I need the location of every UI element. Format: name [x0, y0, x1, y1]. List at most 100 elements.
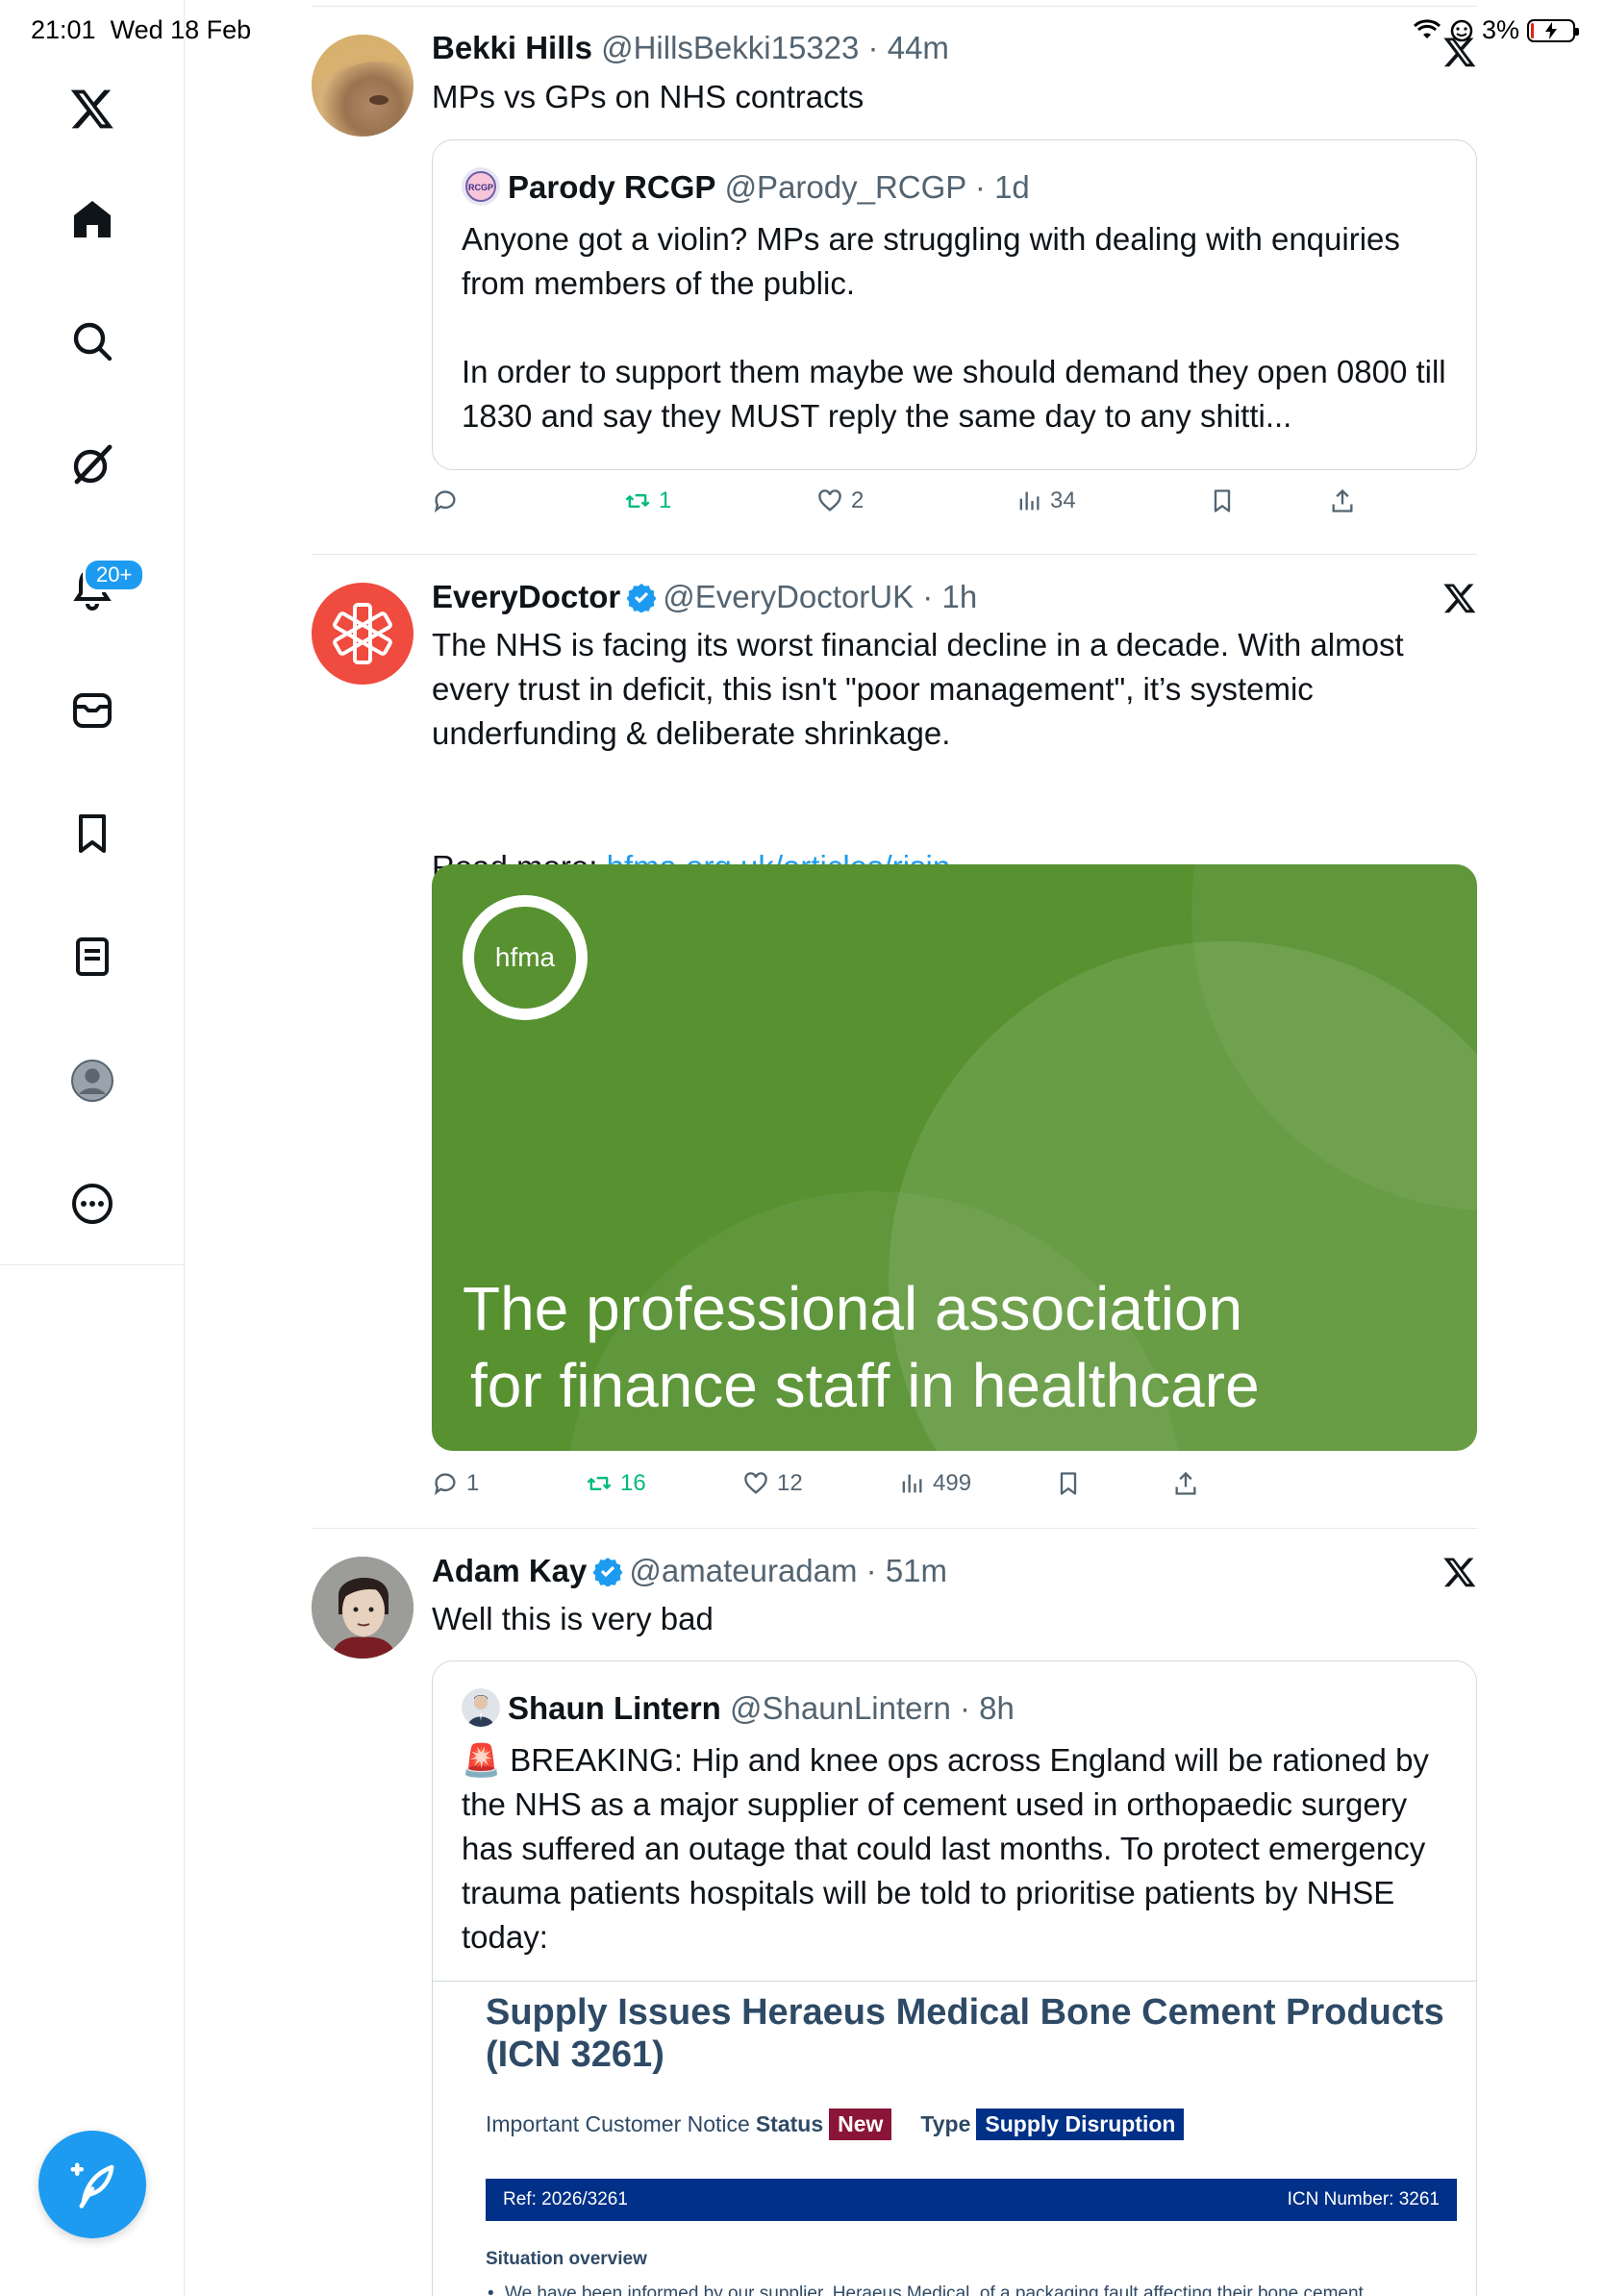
like-button[interactable]: 12 [742, 1470, 803, 1497]
quote-avatar: RCGP [462, 167, 500, 206]
tweet-text: The NHS is facing its worst financial de… [432, 627, 1404, 751]
avatar[interactable] [312, 1557, 414, 1659]
avatar[interactable] [312, 35, 414, 137]
separator: · [857, 1553, 886, 1588]
link-card[interactable]: hfma The professional association for fi… [432, 864, 1477, 1451]
document-ref-bar: Ref: 2026/3261 ICN Number: 3261 [486, 2179, 1457, 2221]
heart-icon [818, 489, 841, 512]
tweet-divider [312, 1528, 1477, 1529]
search-icon[interactable] [63, 312, 121, 370]
bookmark-icon [1214, 489, 1231, 512]
notifications-badge: 20+ [83, 558, 146, 592]
reply-count: 1 [466, 1470, 480, 1496]
quote-text: 🚨 BREAKING: Hip and knee ops across Engl… [462, 1742, 1429, 1955]
views-count: 499 [933, 1470, 972, 1496]
document-bullet: • We have been informed by our supplier, … [488, 2284, 1428, 2296]
quote-avatar [462, 1688, 500, 1727]
author-name[interactable]: Adam Kay [432, 1553, 587, 1588]
quote-text: Anyone got a violin? MPs are struggling … [462, 221, 1446, 434]
share-button[interactable] [1329, 487, 1356, 514]
document-title: Supply Issues Heraeus Medical Bone Cemen… [486, 1992, 1444, 2075]
profile-avatar-icon[interactable] [63, 1052, 121, 1110]
status-label: Status [755, 2111, 824, 2136]
x-logo-icon [1443, 584, 1476, 613]
views-button[interactable]: 499 [898, 1470, 971, 1497]
lists-icon[interactable] [63, 928, 121, 986]
quote-author-name[interactable]: Parody RCGP [508, 169, 715, 205]
author-name[interactable]: EveryDoctor [432, 579, 620, 614]
separator: · [914, 579, 942, 614]
document-section-heading: Situation overview [486, 2249, 647, 2269]
like-button[interactable]: 2 [816, 487, 864, 514]
avatar-illustration-icon [312, 1557, 414, 1659]
tweet-time[interactable]: 51m [886, 1553, 947, 1588]
tweet-divider [312, 554, 1477, 555]
views-button[interactable]: 34 [1015, 487, 1076, 514]
views-icon [1019, 491, 1040, 511]
views-icon [902, 1474, 922, 1493]
type-label: Type [920, 2111, 971, 2136]
author-handle[interactable]: @amateuradam [629, 1553, 857, 1588]
quote-author-name[interactable]: Shaun Lintern [508, 1690, 721, 1726]
author-name[interactable]: Bekki Hills [432, 30, 592, 65]
reply-button[interactable] [432, 487, 466, 514]
type-badge: Supply Disruption [976, 2109, 1185, 2140]
card-headline-line2: for finance staff in healthcare [470, 1351, 1260, 1420]
bookmark-button[interactable] [1055, 1470, 1082, 1497]
document-meta: Important Customer Notice Status New Typ… [486, 2109, 1185, 2140]
repost-button[interactable]: 1 [624, 487, 671, 514]
grok-icon[interactable] [63, 436, 121, 493]
quote-image-document[interactable]: Supply Issues Heraeus Medical Bone Cemen… [433, 1981, 1476, 2296]
wifi-icon [1413, 18, 1441, 38]
quote-author-handle[interactable]: @Parody_RCGP [725, 169, 966, 205]
notice-label: Important Customer Notice [486, 2111, 750, 2136]
quoted-tweet[interactable]: RCGP Parody RCGP @Parody_RCGP · 1d Anyon… [432, 139, 1477, 470]
battery-percent: 3% [1481, 15, 1519, 44]
share-button[interactable] [1172, 1470, 1199, 1497]
home-icon[interactable] [63, 190, 121, 248]
tweet-text: MPs vs GPs on NHS contracts [432, 79, 865, 114]
quote-time: 8h [979, 1690, 1015, 1726]
bookmarks-icon[interactable] [63, 805, 121, 862]
document-bullet-text: We have been informed by our supplier, H… [505, 2284, 1364, 2296]
reply-button[interactable]: 1 [432, 1470, 479, 1497]
author-handle[interactable]: @HillsBekki15323 [601, 30, 859, 65]
x-logo-icon [1443, 37, 1476, 67]
sidebar-divider [0, 1264, 185, 1265]
separator: · [950, 1690, 980, 1726]
views-count: 34 [1050, 487, 1076, 513]
tweet-actions: 1 2 34 [432, 487, 1477, 526]
hfma-logo: hfma [463, 895, 588, 1020]
more-icon[interactable] [63, 1175, 121, 1233]
quote-header: RCGP Parody RCGP @Parody_RCGP · 1d [462, 167, 1030, 207]
status-icons: 3% [1413, 15, 1579, 45]
tweet-header: Adam Kay @amateuradam · 51m [432, 1552, 947, 1590]
separator: · [859, 30, 888, 65]
bookmark-button[interactable] [1209, 487, 1236, 514]
author-handle[interactable]: @EveryDoctorUK [663, 579, 914, 614]
quote-header: Shaun Lintern @ShaunLintern · 8h [462, 1688, 1015, 1728]
quoted-tweet[interactable]: Shaun Lintern @ShaunLintern · 8h 🚨 BREAK… [432, 1660, 1477, 2296]
repost-button[interactable]: 16 [586, 1470, 646, 1497]
avatar[interactable] [312, 583, 414, 685]
compose-button[interactable] [38, 2131, 146, 2238]
bookmark-icon [1060, 1472, 1077, 1495]
tweet-time[interactable]: 44m [888, 30, 949, 65]
repost-icon [587, 1477, 612, 1490]
x-logo-icon[interactable] [63, 80, 121, 137]
verified-badge-icon [592, 1558, 623, 1586]
repost-count: 16 [620, 1470, 646, 1496]
share-icon [1332, 488, 1353, 512]
reply-icon [434, 490, 456, 513]
share-icon [1175, 1471, 1196, 1495]
messages-icon[interactable] [63, 682, 121, 739]
tweet-time[interactable]: 1h [941, 579, 977, 614]
x-logo-icon [1443, 1558, 1476, 1587]
card-headline-line1: The professional association [463, 1274, 1243, 1343]
quote-author-handle[interactable]: @ShaunLintern [730, 1690, 951, 1726]
sidebar: 20+ [0, 0, 185, 2296]
separator: · [965, 169, 995, 205]
tweet-header: Bekki Hills @HillsBekki15323 · 44m [432, 29, 949, 67]
quote-time: 1d [994, 169, 1030, 205]
document-icn-number: ICN Number: 3261 [1287, 2189, 1440, 2209]
